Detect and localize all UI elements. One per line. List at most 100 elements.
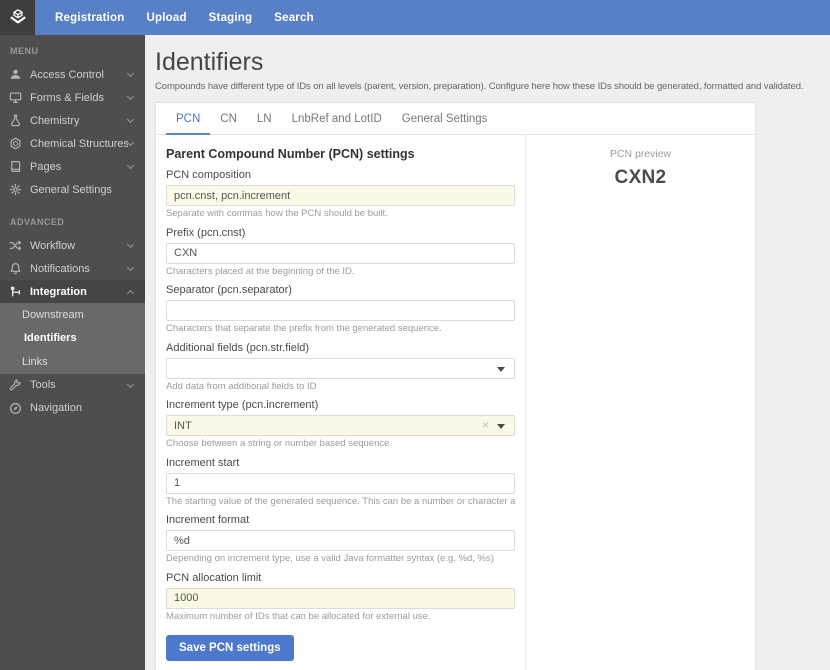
- section-heading: Parent Compound Number (PCN) settings: [166, 147, 415, 161]
- box-logo-icon: [9, 8, 26, 23]
- tab-pcn[interactable]: PCN: [166, 103, 211, 135]
- chevron-down-icon: [126, 263, 135, 272]
- page-description: Compounds have different type of IDs on …: [155, 81, 804, 92]
- additional-fields-select[interactable]: [166, 357, 515, 379]
- field-prefix: Prefix (pcn.cnst) Characters placed at t…: [166, 227, 515, 278]
- field-help: The starting value of the generated sequ…: [166, 496, 515, 507]
- sidebar-section-advanced: ADVANCED: [10, 217, 65, 227]
- app-logo[interactable]: [0, 0, 35, 35]
- sidebar-item-chemistry[interactable]: Chemistry: [0, 109, 145, 132]
- field-label: Additional fields (pcn.str.field): [166, 341, 310, 354]
- sidebar-item-label: Navigation: [30, 402, 82, 414]
- select-value: INT: [174, 419, 192, 432]
- nav-item-search[interactable]: Search: [263, 12, 325, 24]
- sidebar-item-notifications[interactable]: Notifications: [0, 257, 145, 280]
- pcn-settings-form: Parent Compound Number (PCN) settings PC…: [156, 135, 526, 670]
- sidebar-item-integration[interactable]: Integration: [0, 280, 145, 303]
- save-pcn-settings-button[interactable]: Save PCN settings: [166, 635, 294, 661]
- sidebar-subitem-label: Identifiers: [24, 332, 77, 345]
- field-help: Characters placed at the beginning of th…: [166, 266, 355, 277]
- field-label: Increment start: [166, 456, 240, 469]
- plug-icon: [9, 285, 22, 298]
- field-help: Separate with commas how the PCN should …: [166, 209, 388, 219]
- field-help: Choose between a string or number based …: [166, 439, 393, 449]
- sidebar-item-workflow[interactable]: Workflow: [0, 234, 145, 257]
- chevron-down-icon: [497, 424, 505, 429]
- prefix-input[interactable]: [166, 242, 515, 264]
- sidebar-item-access-control[interactable]: Access Control: [0, 63, 145, 86]
- sidebar-item-forms-fields[interactable]: Forms & Fields: [0, 86, 145, 109]
- field-increment-format: Increment format Depending on increment …: [166, 514, 515, 565]
- sidebar-item-label: Workflow: [30, 239, 76, 252]
- sidebar-subitem-identifiers[interactable]: Identifiers: [0, 327, 145, 351]
- field-additional-fields: Additional fields (pcn.str.field) Add da…: [166, 342, 515, 393]
- sidebar-item-label: Tools: [30, 379, 56, 391]
- field-label: Separator (pcn.separator): [166, 284, 292, 296]
- sidebar-subitem-label: Downstream: [22, 308, 84, 321]
- clear-icon[interactable]: ×: [482, 419, 489, 431]
- field-pcn-allocation-limit: PCN allocation limit Maximum number of I…: [166, 572, 515, 623]
- pcn-tab-panel: Parent Compound Number (PCN) settings PC…: [156, 135, 755, 670]
- sidebar-item-label: General Settings: [30, 183, 112, 196]
- sidebar-item-label: Access Control: [30, 68, 104, 81]
- field-label: PCN composition: [166, 169, 251, 181]
- field-help: Depending on increment type, use a valid…: [166, 554, 494, 564]
- sidebar-subitem-links[interactable]: Links: [0, 350, 145, 374]
- nav-item-registration[interactable]: Registration: [44, 12, 136, 24]
- sidebar-item-label: Notifications: [30, 262, 90, 275]
- field-help: Add data from additional fields to ID: [166, 381, 317, 392]
- field-label: Increment format: [166, 514, 250, 526]
- nav-item-upload[interactable]: Upload: [136, 12, 198, 24]
- pcn-preview-value: CXN2: [614, 167, 667, 188]
- tab-ln[interactable]: LN: [247, 103, 282, 135]
- main-content: Identifiers Compounds have different typ…: [145, 35, 830, 670]
- shuffle-icon: [9, 239, 22, 252]
- sidebar-item-label: Chemical Structures: [30, 137, 128, 150]
- sidebar-item-pages[interactable]: Pages: [0, 155, 145, 178]
- navbar-links: Registration Upload Staging Search: [35, 0, 325, 35]
- tab-general-settings[interactable]: General Settings: [392, 103, 498, 135]
- tab-cn[interactable]: CN: [210, 103, 247, 135]
- monitor-icon: [9, 91, 22, 104]
- chevron-down-icon: [126, 69, 135, 78]
- chevron-up-icon: [126, 289, 135, 297]
- compass-icon: [9, 402, 22, 415]
- field-help: Maximum number of IDs that can be alloca…: [166, 611, 431, 622]
- sidebar: MENU Access Control Forms & Fields Chemi…: [0, 35, 145, 670]
- top-navbar: Registration Upload Staging Search: [0, 0, 830, 35]
- chevron-down-icon: [126, 380, 135, 388]
- pcn-preview-panel: PCN preview CXN2: [526, 135, 755, 670]
- nav-item-staging[interactable]: Staging: [198, 12, 264, 24]
- field-label: PCN allocation limit: [166, 571, 262, 584]
- separator-input[interactable]: [166, 300, 515, 321]
- field-help: Characters that separate the prefix from…: [166, 324, 442, 334]
- chevron-down-icon: [126, 138, 135, 147]
- tab-bar: PCN CN LN LnbRef and LotID General Setti…: [156, 103, 755, 135]
- hexagon-icon: [9, 137, 22, 150]
- sidebar-subitem-downstream[interactable]: Downstream: [0, 303, 145, 327]
- sidebar-item-label: Pages: [30, 160, 62, 173]
- sidebar-item-chemical-structures[interactable]: Chemical Structures: [0, 132, 145, 155]
- bell-icon: [9, 262, 22, 275]
- pcn-preview-label: PCN preview: [609, 148, 672, 160]
- sidebar-item-tools[interactable]: Tools: [0, 374, 145, 397]
- integration-submenu: Downstream Identifiers Links: [0, 303, 145, 374]
- pcn-composition-input[interactable]: [166, 185, 515, 206]
- field-label: Increment type (pcn.increment): [166, 399, 319, 411]
- identifiers-card: PCN CN LN LnbRef and LotID General Setti…: [155, 102, 756, 670]
- increment-start-input[interactable]: [166, 472, 515, 494]
- chevron-down-icon: [126, 240, 135, 249]
- pcn-allocation-limit-input[interactable]: [166, 587, 515, 609]
- user-icon: [9, 68, 22, 81]
- chevron-down-icon: [126, 92, 135, 101]
- increment-format-input[interactable]: [166, 530, 515, 551]
- field-pcn-composition: PCN composition Separate with commas how…: [166, 169, 515, 220]
- sidebar-item-navigation[interactable]: Navigation: [0, 397, 145, 420]
- field-increment-start: Increment start The starting value of th…: [166, 457, 515, 508]
- field-label: Prefix (pcn.cnst): [166, 226, 246, 239]
- sidebar-item-label: Integration: [30, 285, 87, 298]
- tab-lnbref-lotid[interactable]: LnbRef and LotID: [282, 103, 392, 135]
- sidebar-item-general-settings[interactable]: General Settings: [0, 178, 145, 201]
- flask-icon: [9, 114, 22, 127]
- increment-type-select[interactable]: INT ×: [166, 415, 515, 436]
